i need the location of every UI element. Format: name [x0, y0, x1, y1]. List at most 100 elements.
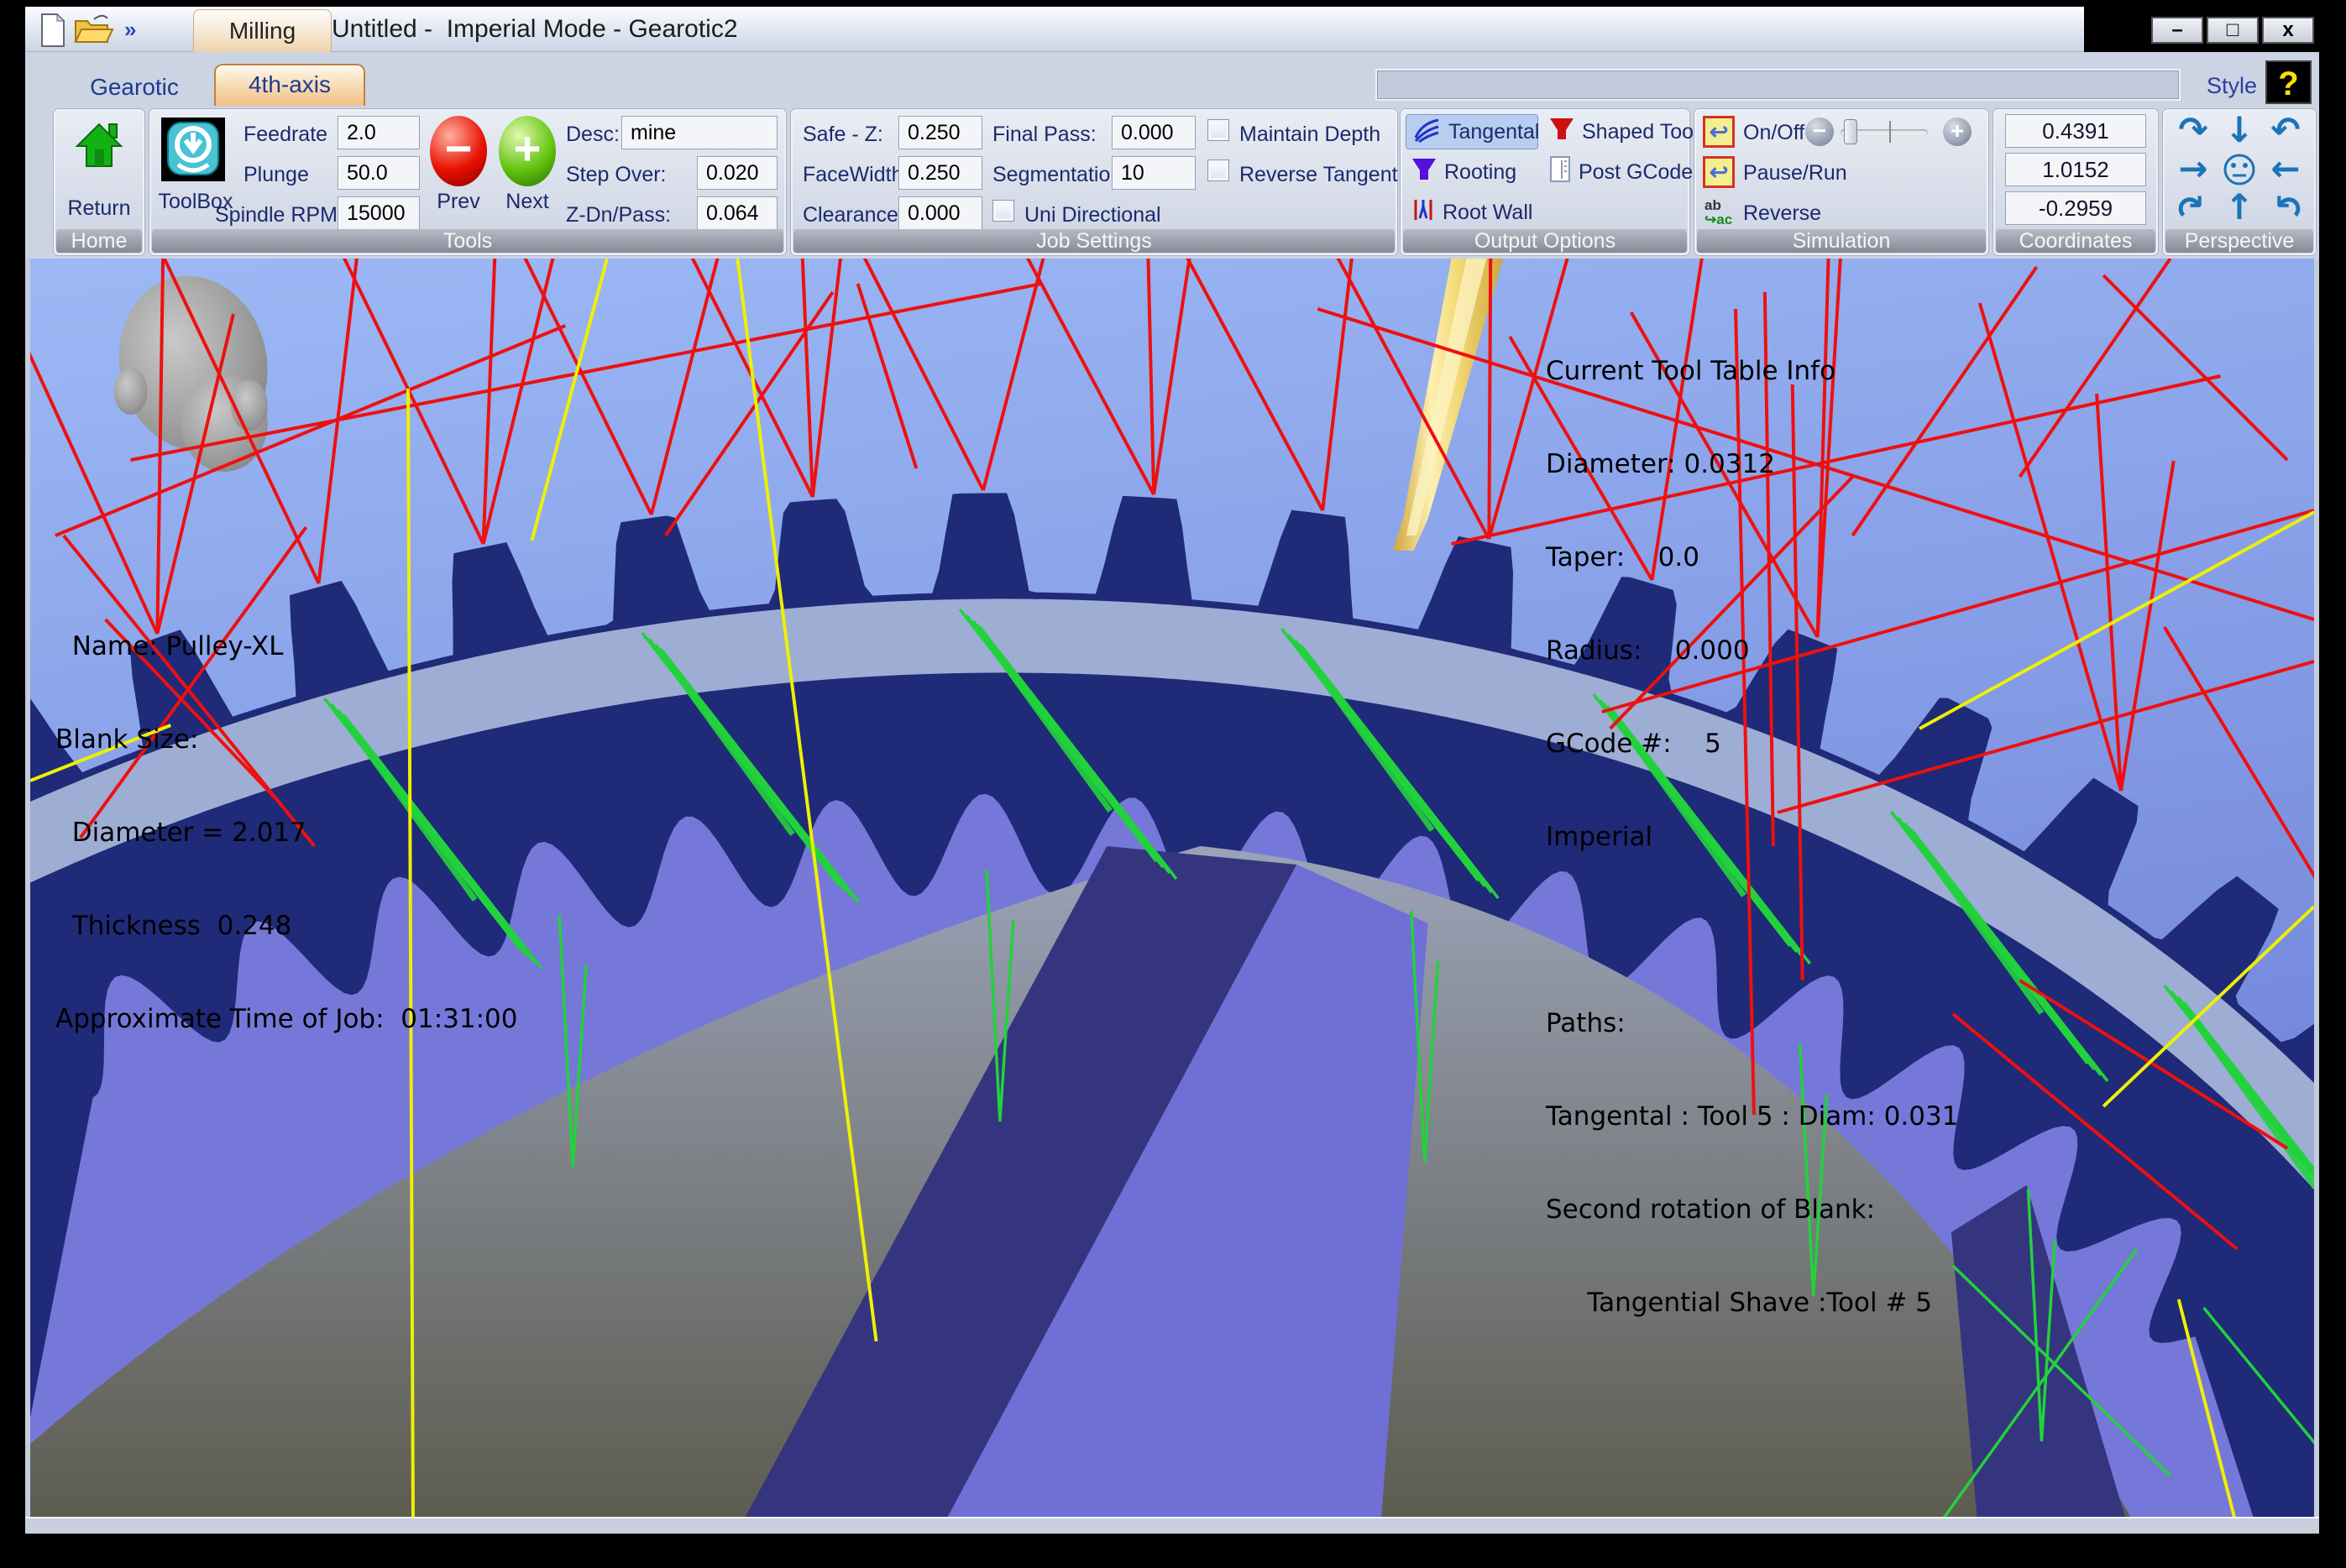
reverse-tangent-checkbox[interactable] — [1207, 159, 1229, 181]
post-gcode-icon — [1548, 155, 1572, 190]
coordinate-y-value: 1.0152 — [2005, 153, 2146, 186]
style-dropdown[interactable]: Style — [2207, 73, 2257, 99]
coordinate-x-value: 0.4391 — [2005, 114, 2146, 148]
window-title: Untitled - Imperial Mode - Gearotic2 — [332, 15, 738, 44]
plunge-label: Plunge — [244, 163, 309, 187]
sim-speed-plus-button[interactable]: + — [1943, 118, 1972, 146]
group-caption-simulation: Simulation — [1697, 229, 1986, 253]
shaped-tool-icon — [1548, 116, 1575, 149]
overlay-line: Tangental : Tool 5 : Diam: 0.031 — [1546, 1101, 1958, 1132]
uni-directional-checkbox[interactable] — [992, 200, 1014, 222]
overlay-line: Thickness 0.248 — [55, 911, 518, 942]
clearance-field[interactable]: 0.000 — [898, 196, 982, 230]
sim-speed-slider-thumb[interactable] — [1844, 119, 1857, 144]
overlay-line: Approximate Time of Job: 01:31:00 — [55, 1004, 518, 1035]
tangental-icon — [1411, 116, 1442, 149]
zdn-pass-field[interactable]: 0.064 — [697, 196, 778, 230]
final-pass-field[interactable]: 0.000 — [1112, 116, 1196, 149]
overlay-line: Blank Size: — [55, 724, 518, 755]
sim-onoff-icon[interactable]: ↩ — [1703, 116, 1735, 148]
safe-z-label: Safe - Z: — [803, 123, 883, 147]
help-button[interactable]: ? — [2265, 60, 2312, 104]
overlay-line: Diameter: 0.0312 — [1546, 449, 1958, 480]
plunge-field[interactable]: 50.0 — [338, 156, 420, 190]
overlay-line: Taper: 0.0 — [1546, 542, 1958, 573]
root-wall-icon — [1411, 196, 1436, 229]
sim-speed-minus-button[interactable]: − — [1805, 118, 1834, 146]
prev-tool-icon[interactable]: − — [430, 116, 487, 186]
segmentation-field[interactable]: 10 — [1112, 156, 1196, 190]
return-home-icon[interactable] — [72, 119, 126, 175]
feedrate-label: Feedrate — [244, 123, 327, 147]
close-button[interactable]: x — [2262, 17, 2314, 44]
milling-mode-tab[interactable]: Milling — [193, 9, 332, 52]
shaped-tool-option[interactable]: Shaped Tool — [1543, 114, 1704, 149]
open-folder-icon[interactable] — [74, 13, 114, 52]
feedrate-field[interactable]: 2.0 — [338, 116, 420, 149]
quick-access-bar[interactable] — [1377, 71, 2179, 99]
prev-button[interactable]: Prev — [430, 190, 487, 214]
overlay-line: Tangential Shave :Tool # 5 — [1546, 1288, 1958, 1319]
minimize-button[interactable]: – — [2151, 17, 2203, 44]
reset-view-smiley-icon[interactable] — [2216, 151, 2263, 191]
reverse-tangent-label: Reverse Tangent — [1239, 163, 1398, 187]
overlay-line: Current Tool Table Info — [1546, 356, 1958, 387]
tangental-option[interactable]: Tangental — [1406, 114, 1538, 149]
group-coordinates: 0.4391 1.0152 -0.2959 Coordinates — [1993, 109, 2158, 255]
rotate-cw-icon[interactable]: ↷ — [2170, 111, 2217, 151]
sim-reverse-icon[interactable]: ab ↪ac — [1705, 198, 1732, 227]
overlay-line: Paths: — [1546, 1008, 1958, 1039]
maximize-button[interactable]: □ — [2207, 17, 2259, 44]
rooting-option[interactable]: Rooting — [1406, 154, 1521, 190]
next-tool-icon[interactable]: + — [499, 116, 556, 186]
return-button[interactable]: Return — [54, 196, 144, 221]
group-caption-tools: Tools — [152, 229, 783, 253]
tab-4th-axis[interactable]: 4th-axis — [214, 64, 365, 106]
clearance-label: Clearance — [803, 203, 898, 227]
desc-field[interactable]: mine — [621, 116, 778, 149]
rotate-ccw-icon[interactable]: ↶ — [2262, 111, 2309, 151]
coordinate-z-value: -0.2959 — [2005, 191, 2146, 225]
overlay-line: Second rotation of Blank: — [1546, 1194, 1958, 1226]
overlay-line: Radius: 0.000 — [1546, 635, 1958, 666]
post-gcode-option[interactable]: Post GCode — [1543, 154, 1698, 190]
sim-reverse-label[interactable]: Reverse — [1743, 201, 1821, 226]
toolbar-overflow-chevron[interactable]: » — [124, 17, 136, 43]
pan-up-icon[interactable]: ↑ — [2216, 188, 2263, 228]
maintain-depth-checkbox[interactable] — [1207, 119, 1229, 141]
group-simulation: ↩ On/Off − + ↩ Pause/Run ab ↪ac Reverse … — [1694, 109, 1988, 255]
spindle-rpm-field[interactable]: 15000 — [338, 196, 420, 230]
group-tools: ToolBox Feedrate 2.0 Plunge 50.0 Spindle… — [149, 109, 786, 255]
rooting-icon — [1411, 156, 1437, 189]
stepover-field[interactable]: 0.020 — [697, 156, 778, 190]
overlay-line: Diameter = 2.017 — [55, 818, 518, 849]
overlay-line: Imperial — [1546, 822, 1958, 853]
new-document-icon[interactable] — [39, 13, 67, 52]
status-strip — [25, 1517, 2319, 1534]
tab-gearotic[interactable]: Gearotic — [59, 71, 210, 104]
toolbox-icon[interactable] — [161, 118, 225, 181]
facewidth-field[interactable]: 0.250 — [898, 156, 982, 190]
group-caption-home: Home — [56, 229, 142, 253]
3d-viewport[interactable]: Current Tool Table Info Diameter: 0.0312… — [25, 259, 2319, 1529]
group-home: Return Home — [54, 109, 144, 255]
overlay-line — [1546, 915, 1958, 946]
sim-pauserun-icon[interactable]: ↩ — [1703, 156, 1735, 188]
overlay-line: Name: Pulley-XL — [55, 631, 518, 662]
group-perspective: ↷ ↓ ↶ → ← ↷ ↑ ↶ Perspective — [2163, 109, 2316, 255]
uni-directional-label: Uni Directional — [1024, 203, 1161, 227]
pan-down-icon[interactable]: ↓ — [2216, 111, 2263, 151]
stepover-label: Step Over: — [566, 163, 667, 187]
group-job-settings: Safe - Z: 0.250 FaceWidth 0.250 Clearanc… — [791, 109, 1397, 255]
segmentation-label: Segmentation — [992, 163, 1122, 187]
sim-pauserun-label[interactable]: Pause/Run — [1743, 161, 1847, 186]
root-wall-option[interactable]: Root Wall — [1406, 195, 1537, 230]
sim-onoff-label[interactable]: On/Off — [1743, 121, 1804, 145]
tool-table-info-overlay: Current Tool Table Info Diameter: 0.0312… — [1546, 294, 1958, 1381]
final-pass-label: Final Pass: — [992, 123, 1097, 147]
next-button[interactable]: Next — [499, 190, 556, 214]
title-bar: » Milling Untitled - Imperial Mode - Gea… — [25, 7, 2319, 52]
group-caption-job-settings: Job Settings — [793, 229, 1395, 253]
group-caption-coordinates: Coordinates — [1996, 229, 2155, 253]
safe-z-field[interactable]: 0.250 — [898, 116, 982, 149]
